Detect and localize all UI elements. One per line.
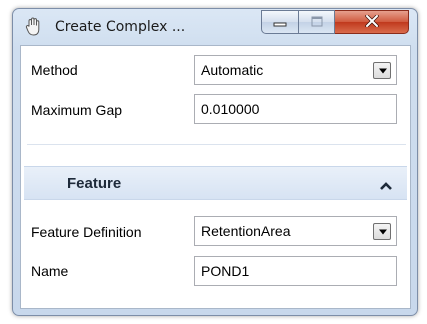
method-dropdown-button[interactable] <box>373 62 391 79</box>
close-icon <box>364 14 379 30</box>
feature-definition-label: Feature Definition <box>31 224 142 240</box>
method-row: Method Automatic <box>21 55 410 89</box>
feature-definition-row: Feature Definition RetentionArea <box>21 216 410 250</box>
window-title: Create Complex ... <box>55 19 186 35</box>
feature-definition-dropdown-button[interactable] <box>373 223 391 240</box>
app-hand-icon <box>25 17 43 37</box>
title-bar[interactable]: Create Complex ... <box>13 9 417 45</box>
feature-group-title: Feature <box>67 175 122 192</box>
maximum-gap-value: 0.010000 <box>201 101 260 117</box>
minimize-button[interactable] <box>261 10 299 34</box>
name-value: POND1 <box>201 263 250 279</box>
name-label: Name <box>31 263 69 279</box>
feature-definition-dropdown[interactable]: RetentionArea <box>194 216 397 246</box>
caption-buttons <box>261 10 409 34</box>
method-dropdown[interactable]: Automatic <box>194 55 397 85</box>
method-value: Automatic <box>201 62 264 78</box>
maximize-button[interactable] <box>299 10 335 34</box>
section-divider <box>27 144 406 145</box>
dialog-content: Method Automatic Maximum Gap 0.010000 Fe… <box>20 45 411 309</box>
name-row: Name POND1 <box>21 256 410 290</box>
maximum-gap-input[interactable]: 0.010000 <box>194 94 397 124</box>
minimize-icon <box>273 14 287 30</box>
create-complex-window: Create Complex ... Method Automatic Maxi… <box>12 8 418 316</box>
feature-definition-value: RetentionArea <box>201 223 291 239</box>
close-button[interactable] <box>335 10 409 34</box>
maximum-gap-label: Maximum Gap <box>31 102 123 118</box>
chevron-up-icon[interactable] <box>379 178 393 190</box>
feature-group-header[interactable]: Feature <box>24 166 407 200</box>
method-label: Method <box>31 62 78 78</box>
maximum-gap-row: Maximum Gap 0.010000 <box>21 94 410 128</box>
name-input[interactable]: POND1 <box>194 256 397 286</box>
maximize-icon <box>311 14 323 30</box>
